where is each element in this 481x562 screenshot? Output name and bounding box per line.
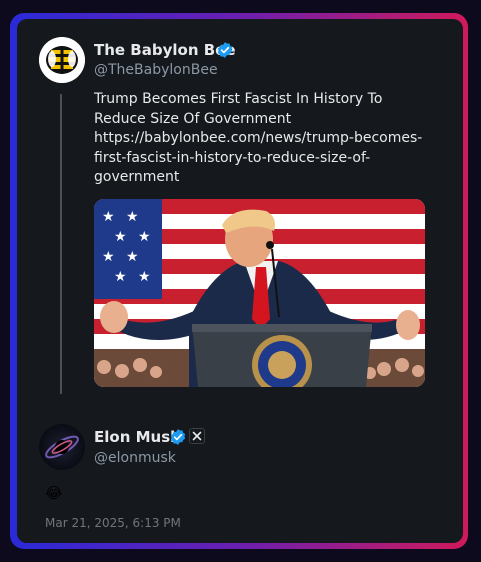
babylon-bee-avatar[interactable] [39,37,85,83]
tweet-link-line[interactable]: https://babylonbee.com/news/trump-become… [94,129,439,149]
svg-text:★: ★ [114,229,127,245]
elon-musk-avatar[interactable] [39,424,85,470]
svg-text:★: ★ [138,269,151,285]
tweet-timestamp[interactable]: Mar 21, 2025, 6:13 PM [45,516,181,530]
quoted-author-handle[interactable]: @TheBabylonBee [94,62,218,78]
trump-podium-photo: ★ ★ ★ ★ ★ ★ ★ ★ [94,199,425,387]
tweet-text-line: Trump Becomes First Fascist In History T… [94,91,383,107]
quoted-author-name[interactable]: The Babylon Bee [94,41,236,59]
thread-line [60,94,62,394]
svg-text:★: ★ [138,229,151,245]
bee-logo-icon [39,37,85,83]
reply-author-handle[interactable]: @elonmusk [94,450,176,466]
svg-text:★: ★ [102,209,115,225]
reply-text: 😂 [45,484,63,502]
black-hole-avatar-icon [45,435,79,459]
verified-badge-icon [217,42,233,58]
verified-badge-icon [170,429,186,445]
x-logo-icon [189,428,205,444]
tweet-link-line[interactable]: government [94,168,439,188]
quoted-tweet-text: Trump Becomes First Fascist In History T… [94,90,439,188]
x-glyph-icon [192,431,202,441]
svg-text:★: ★ [126,209,139,225]
svg-text:★: ★ [126,249,139,265]
svg-text:★: ★ [114,269,127,285]
reply-author-name[interactable]: Elon Musk [94,428,180,446]
tweet-text-line: Reduce Size Of Government [94,110,292,127]
svg-text:★: ★ [102,249,115,265]
tweet-link-line[interactable]: first-fascist-in-history-to-reduce-size-… [94,149,439,169]
tweet-photo[interactable]: ★ ★ ★ ★ ★ ★ ★ ★ [94,199,425,387]
